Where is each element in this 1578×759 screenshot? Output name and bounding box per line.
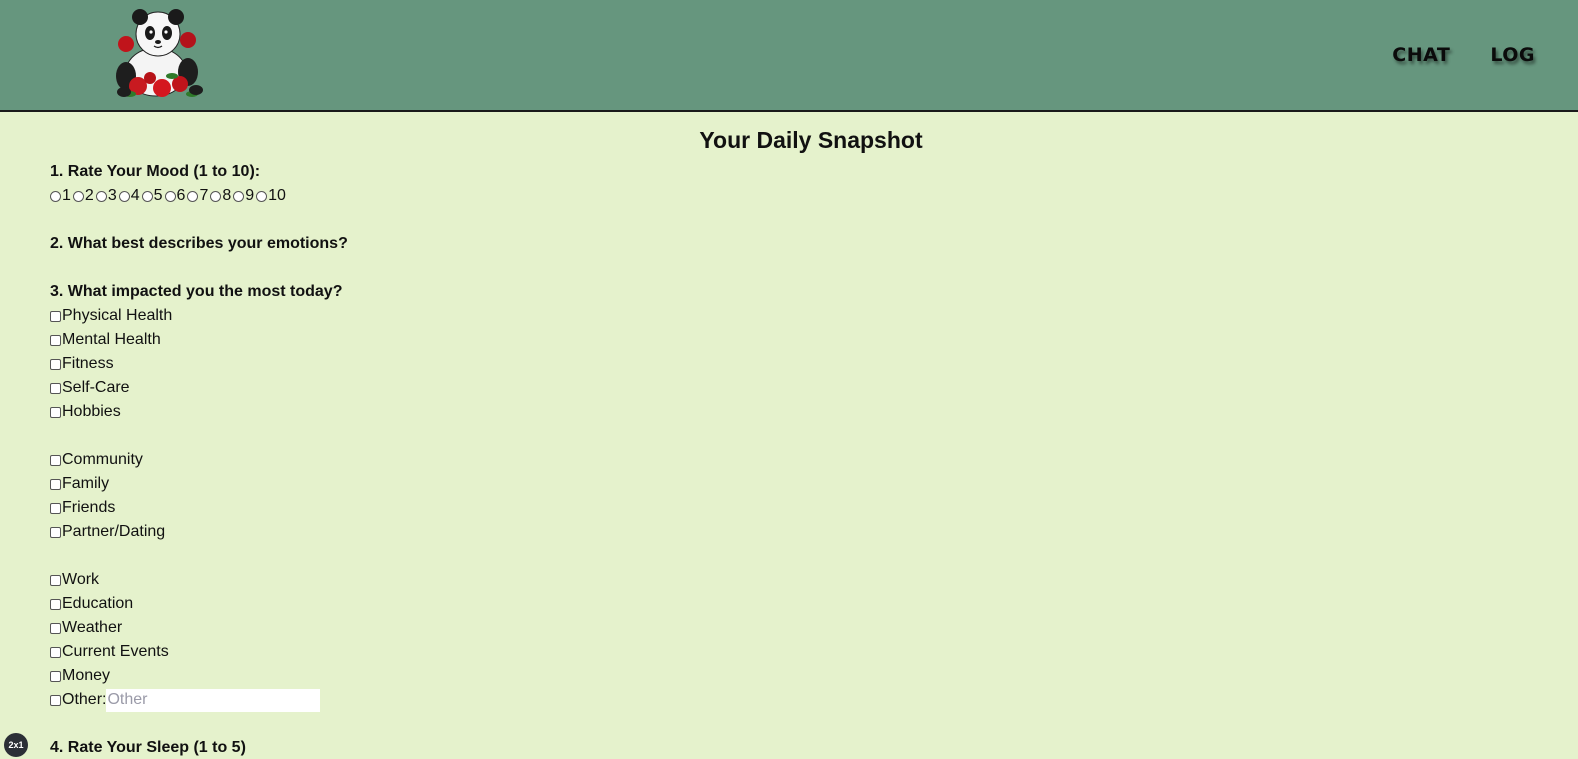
impact-checkbox[interactable]: Community <box>50 448 348 472</box>
nav-chat-link[interactable]: CHAT <box>1392 44 1450 66</box>
nav-log-link[interactable]: LOG <box>1490 44 1535 66</box>
checkbox[interactable] <box>50 334 61 346</box>
checkbox[interactable] <box>50 526 61 538</box>
impact-checkbox[interactable]: Partner/Dating <box>50 520 348 544</box>
header: CHAT LOG <box>0 0 1578 112</box>
mood-option[interactable]: 4 <box>118 184 140 208</box>
radio-label: 7 <box>199 187 209 204</box>
mood-option[interactable]: 7 <box>187 184 208 208</box>
q1-label: 1. Rate Your Mood (1 to 10): <box>50 163 261 180</box>
checkbox[interactable] <box>50 670 61 682</box>
mood-radio-group: 1 2 3 4 5 6 7 8 9 10 <box>50 184 348 208</box>
snapshot-form: 1. Rate Your Mood (1 to 10): 1 2 3 4 5 6… <box>50 160 348 759</box>
radio-button[interactable] <box>141 190 153 202</box>
impact-checkbox[interactable]: Fitness <box>50 352 348 376</box>
impact-checkbox[interactable]: Family <box>50 472 348 496</box>
checkbox[interactable] <box>50 574 61 586</box>
checkbox-label: Work <box>62 571 100 588</box>
radio-label: 6 <box>176 187 186 204</box>
panda-logo[interactable] <box>110 6 206 100</box>
checkbox[interactable] <box>50 622 61 634</box>
radio-button[interactable] <box>72 190 84 202</box>
radio-label: 1 <box>62 187 71 204</box>
radio-label: 9 <box>245 187 255 204</box>
radio-button[interactable] <box>118 190 130 202</box>
checkbox[interactable] <box>50 382 61 394</box>
checkbox[interactable] <box>50 598 61 610</box>
radio-button[interactable] <box>164 190 176 202</box>
mood-option[interactable]: 3 <box>95 184 117 208</box>
checkbox[interactable] <box>50 646 61 658</box>
checkbox-label: Partner/Dating <box>62 523 166 540</box>
mood-option[interactable]: 2 <box>72 184 94 208</box>
radio-label: 2 <box>84 187 94 204</box>
impact-checkbox[interactable]: Physical Health <box>50 304 348 328</box>
checkbox[interactable] <box>50 694 61 706</box>
radio-button[interactable] <box>233 190 245 202</box>
devtools-badge[interactable]: 2x1 <box>4 733 28 757</box>
checkbox-label: Family <box>62 475 110 492</box>
checkbox-label: Self-Care <box>62 379 130 396</box>
checkbox-label: Fitness <box>62 355 114 372</box>
mood-option[interactable]: 1 <box>50 184 71 208</box>
radio-label: 5 <box>153 187 163 204</box>
checkbox-label: Physical Health <box>62 307 173 324</box>
impact-checkbox[interactable]: Weather <box>50 616 348 640</box>
radio-button[interactable] <box>256 190 268 202</box>
q3-label: 3. What impacted you the most today? <box>50 283 343 300</box>
checkbox-label: Current Events <box>62 643 169 660</box>
impact-checkbox[interactable]: Hobbies <box>50 400 348 424</box>
radio-label: 10 <box>268 187 286 204</box>
checkbox-label: Other: <box>62 691 107 708</box>
mood-option[interactable]: 8 <box>210 184 231 208</box>
checkbox-label: Friends <box>62 499 116 516</box>
impact-checkbox[interactable]: Work <box>50 568 348 592</box>
impact-checkbox-other[interactable]: Other: <box>50 688 348 712</box>
radio-button[interactable] <box>187 190 199 202</box>
impact-checkbox[interactable]: Friends <box>50 496 348 520</box>
checkbox[interactable] <box>50 454 61 466</box>
page-title: Your Daily Snapshot <box>699 127 923 153</box>
mood-option[interactable]: 9 <box>233 184 254 208</box>
radio-label: 3 <box>107 187 117 204</box>
radio-label: 8 <box>222 187 232 204</box>
checkbox-label: Community <box>62 451 143 468</box>
mood-option[interactable]: 5 <box>141 184 163 208</box>
q2-label: 2. What best describes your emotions? <box>50 235 348 252</box>
q4-label: 4. Rate Your Sleep (1 to 5) <box>50 739 246 756</box>
top-nav: CHAT LOG <box>1392 44 1535 66</box>
mood-option[interactable]: 10 <box>256 184 286 208</box>
checkbox[interactable] <box>50 406 61 418</box>
radio-button[interactable] <box>210 190 222 202</box>
radio-button[interactable] <box>95 190 107 202</box>
impact-checkbox[interactable]: Self-Care <box>50 376 348 400</box>
radio-button[interactable] <box>50 190 61 202</box>
impact-checkbox[interactable]: Education <box>50 592 348 616</box>
checkbox[interactable] <box>50 502 61 514</box>
checkbox-label: Money <box>62 667 111 684</box>
checkbox-label: Education <box>62 595 134 612</box>
impact-checkbox[interactable]: Mental Health <box>50 328 348 352</box>
impact-checkbox[interactable]: Current Events <box>50 640 348 664</box>
checkbox-label: Mental Health <box>62 331 161 348</box>
checkbox-label: Hobbies <box>62 403 121 420</box>
checkbox[interactable] <box>50 310 61 322</box>
radio-label: 4 <box>130 187 140 204</box>
checkbox-label: Weather <box>62 619 123 636</box>
checkbox[interactable] <box>50 478 61 490</box>
other-input[interactable] <box>106 688 321 712</box>
impact-checkbox[interactable]: Money <box>50 664 348 688</box>
checkbox[interactable] <box>50 358 61 370</box>
mood-option[interactable]: 6 <box>164 184 186 208</box>
